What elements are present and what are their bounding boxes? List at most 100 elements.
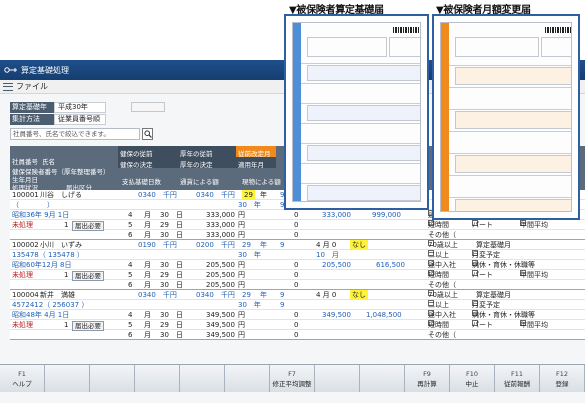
days-5[interactable]: 29 <box>160 220 169 230</box>
fkey-blank[interactable] <box>45 365 90 392</box>
status-text: 未処理 <box>12 271 33 279</box>
note-leave: 病休・育休・休職等 <box>472 261 535 269</box>
note-midjoin: 途中入社 <box>428 261 456 269</box>
month-4: 4 <box>128 311 133 319</box>
month-6: 6 <box>128 281 133 289</box>
fkey-blank[interactable] <box>315 365 360 392</box>
report-needed-button[interactable]: 届出必要 <box>72 271 104 281</box>
yen-unit: 円 <box>238 271 245 279</box>
month-unit: 月 <box>144 281 151 289</box>
fkey-label: 修正平均調整 <box>272 379 312 388</box>
fkey-blank[interactable] <box>180 365 225 392</box>
fkey-f1[interactable]: F1 ヘルプ <box>0 365 45 392</box>
app-title: 算定基礎処理 <box>21 65 69 75</box>
days-5[interactable]: 29 <box>160 270 169 280</box>
cash-6[interactable]: 333,000 <box>206 230 235 240</box>
note-annual: 年間平均 <box>520 221 548 229</box>
day-unit: 日 <box>176 281 183 289</box>
fkey-label: 従前報酬 <box>504 379 530 388</box>
goods-5[interactable]: 0 <box>294 270 298 280</box>
days-5[interactable]: 29 <box>160 320 169 330</box>
month-4: 4 <box>128 211 133 219</box>
header-goods: 現物による額 <box>242 178 281 186</box>
yen-unit: 円 <box>238 321 245 329</box>
cash-4[interactable]: 205,500 <box>206 260 235 270</box>
report-needed-button[interactable]: 届出必要 <box>72 221 104 231</box>
note-base-month: 算定基礎月 <box>476 241 511 249</box>
cash-6[interactable]: 349,500 <box>206 330 235 340</box>
emp-id: 100004 <box>12 291 39 299</box>
rev-year[interactable]: 29 <box>242 190 255 200</box>
fkey-label: 登録 <box>555 379 569 388</box>
cash-4[interactable]: 333,000 <box>206 210 235 220</box>
goods-6[interactable]: 0 <box>294 280 298 290</box>
days-6[interactable]: 30 <box>160 280 169 290</box>
hamburger-icon[interactable] <box>3 82 13 91</box>
cash-6[interactable]: 205,500 <box>206 280 235 290</box>
birth-date: 昭和36年 9月 1日 <box>12 211 70 219</box>
header-pay-days: 支払基礎日数 <box>122 178 161 186</box>
rev-year-unit: 年 <box>260 291 267 299</box>
fkey-f10[interactable]: F10 中止 <box>450 365 495 392</box>
fkey-blank[interactable] <box>135 365 180 392</box>
month-6: 6 <box>128 231 133 239</box>
report-needed-button[interactable]: 届出必要 <box>72 321 104 331</box>
menu-file[interactable]: ファイル <box>16 81 48 92</box>
fkey-blank[interactable] <box>360 365 405 392</box>
birth-date: 昭和48年 4月 1日 <box>12 311 70 319</box>
fkey-f11[interactable]: F11 従前報酬 <box>495 365 540 392</box>
goods-4[interactable]: 0 <box>294 310 298 320</box>
goods-6[interactable]: 0 <box>294 330 298 340</box>
extra-none[interactable]: なし <box>350 240 368 250</box>
fkey-blank[interactable] <box>225 365 270 392</box>
table-row[interactable]: 100004 新井 満雄 4572412（ 256037 ） 昭和48年 4月 … <box>10 290 585 340</box>
extra-month: 4 月 0 <box>316 241 337 249</box>
table-row[interactable]: 100002 小川 いずみ 135478（ 135478 ） 昭和60年12月 … <box>10 240 585 290</box>
emp-name: 新井 満雄 <box>40 291 75 299</box>
search-button[interactable] <box>142 128 153 140</box>
info-button[interactable] <box>131 102 165 112</box>
goods-5[interactable]: 0 <box>294 220 298 230</box>
extra-none[interactable]: なし <box>350 290 368 300</box>
cash-5[interactable]: 349,500 <box>206 320 235 330</box>
change-form-thumbnail <box>432 14 580 220</box>
method-value: 従業員番号順 <box>54 114 106 125</box>
note-base-month: 算定基礎月 <box>476 291 511 299</box>
goods-5[interactable]: 0 <box>294 320 298 330</box>
goods-4[interactable]: 0 <box>294 210 298 220</box>
cash-5[interactable]: 333,000 <box>206 220 235 230</box>
days-4[interactable]: 30 <box>160 310 169 320</box>
cash-4[interactable]: 349,500 <box>206 310 235 320</box>
fkey-f9[interactable]: F9 再計算 <box>405 365 450 392</box>
fkey-f7[interactable]: F7 修正平均調整 <box>270 365 315 392</box>
note-multi: 二以上 <box>428 301 449 309</box>
days-6[interactable]: 30 <box>160 230 169 240</box>
note-change: 月変予定 <box>472 251 500 259</box>
note-change: 月変予定 <box>472 301 500 309</box>
cash-5[interactable]: 205,500 <box>206 270 235 280</box>
note-part: パート <box>472 221 493 229</box>
report-count: 1 <box>64 321 69 329</box>
prev-pension: 0340 千円 <box>196 291 235 299</box>
month-5: 5 <box>128 271 133 279</box>
total-a: 349,500 <box>322 311 351 319</box>
days-4[interactable]: 30 <box>160 210 169 220</box>
fkey-f12[interactable]: F12 登録 <box>540 365 585 392</box>
days-6[interactable]: 30 <box>160 330 169 340</box>
method-label: 集計方法 <box>10 114 54 125</box>
dec-month: 10 月 <box>316 251 339 259</box>
month-unit: 月 <box>144 271 151 279</box>
report-count: 1 <box>64 271 69 279</box>
fkey-blank[interactable] <box>90 365 135 392</box>
days-4[interactable]: 30 <box>160 260 169 270</box>
rev-year: 29 <box>242 241 251 249</box>
goods-6[interactable]: 0 <box>294 230 298 240</box>
month-5: 5 <box>128 221 133 229</box>
birth-date: 昭和60年12月 8日 <box>12 261 72 269</box>
fkey-code: F7 <box>288 369 296 378</box>
emp-id: 100002 <box>12 241 39 249</box>
search-input[interactable]: 社員番号、氏名で絞込できます。 <box>10 128 140 140</box>
total-a: 333,000 <box>322 211 351 219</box>
goods-4[interactable]: 0 <box>294 260 298 270</box>
prev-health: 0190 千円 <box>138 241 177 249</box>
